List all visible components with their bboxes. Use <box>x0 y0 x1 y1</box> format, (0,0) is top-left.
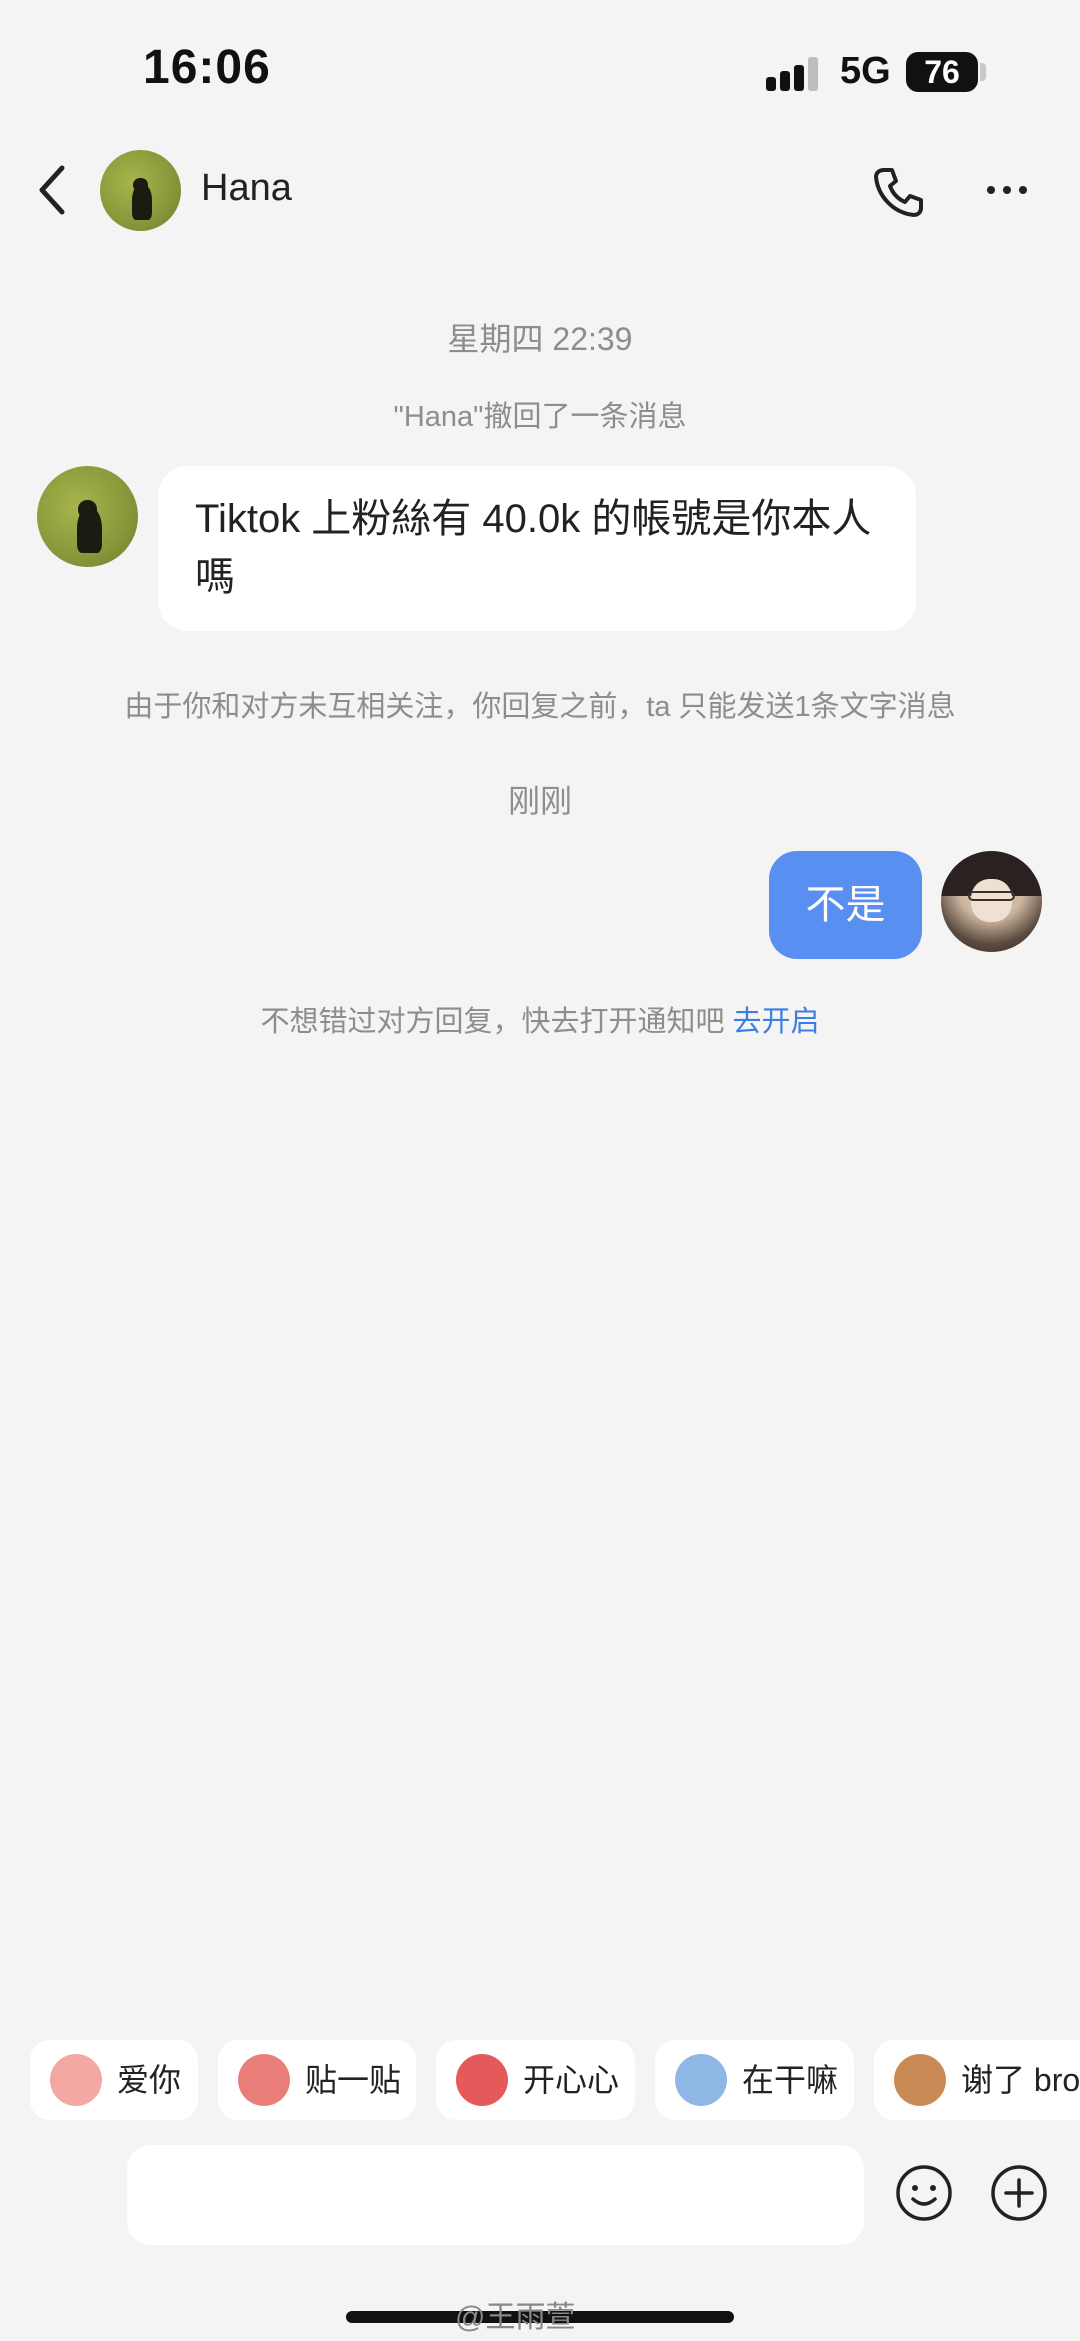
notification-prompt: 不想错过对方回复，快去打开通知吧 去开启 <box>0 998 1080 1040</box>
contact-name[interactable]: Hana <box>201 167 292 210</box>
search-sticker-icon <box>675 2054 727 2106</box>
quick-reply-chip[interactable]: 在干嘛 <box>655 2040 854 2120</box>
contact-avatar[interactable] <box>100 150 181 231</box>
status-time: 16:06 <box>143 41 271 94</box>
message-input[interactable] <box>127 2145 864 2245</box>
message-timestamp-recent: 刚刚 <box>507 783 572 819</box>
emoji-icon[interactable] <box>895 2164 953 2222</box>
happy-sticker-icon <box>456 2054 508 2106</box>
message-timestamp: 星期四 22:39 <box>447 321 633 357</box>
enable-notification-link[interactable]: 去开启 <box>733 1006 820 1038</box>
follow-limit-notice: 由于你和对方未互相关注，你回复之前，ta 只能发送1条文字消息 <box>124 691 956 723</box>
notification-prompt-text: 不想错过对方回复，快去打开通知吧 <box>260 1006 725 1038</box>
quick-reply-chip[interactable]: 开心心 <box>436 2040 635 2120</box>
more-options-icon[interactable] <box>985 180 1029 200</box>
quick-reply-chip[interactable]: 谢了 bro <box>874 2040 1080 2120</box>
thanks-sticker-icon <box>894 2054 946 2106</box>
battery-cap <box>980 63 986 81</box>
plus-icon[interactable] <box>990 2164 1048 2222</box>
quick-reply-chip[interactable]: 贴一贴 <box>218 2040 416 2120</box>
back-chevron-icon[interactable] <box>30 160 80 220</box>
incoming-message-text: Tiktok 上粉絲有 40.0k 的帳號是你本人嗎 <box>195 497 872 599</box>
recall-notice: "Hana"撤回了一条消息 <box>393 401 687 433</box>
quick-reply-chip[interactable]: 爱你 <box>30 2040 198 2120</box>
love-sticker-icon <box>50 2054 102 2106</box>
quick-reply-label: 谢了 bro <box>961 2062 1080 2098</box>
outgoing-message-text: 不是 <box>805 883 886 927</box>
hug-sticker-icon <box>238 2054 290 2106</box>
cellular-signal-icon <box>766 55 824 91</box>
phone-call-icon[interactable] <box>870 164 926 220</box>
quick-reply-label: 在干嘛 <box>742 2062 839 2098</box>
watermark-text: @王雨萱 <box>455 2301 576 2334</box>
quick-reply-label: 贴一贴 <box>305 2062 402 2098</box>
my-avatar[interactable] <box>941 851 1042 952</box>
network-type: 5G <box>840 50 891 92</box>
sender-avatar[interactable] <box>37 466 138 567</box>
quick-reply-label: 爱你 <box>117 2062 182 2098</box>
quick-reply-label: 开心心 <box>523 2062 620 2098</box>
battery-indicator: 76 <box>906 52 978 92</box>
